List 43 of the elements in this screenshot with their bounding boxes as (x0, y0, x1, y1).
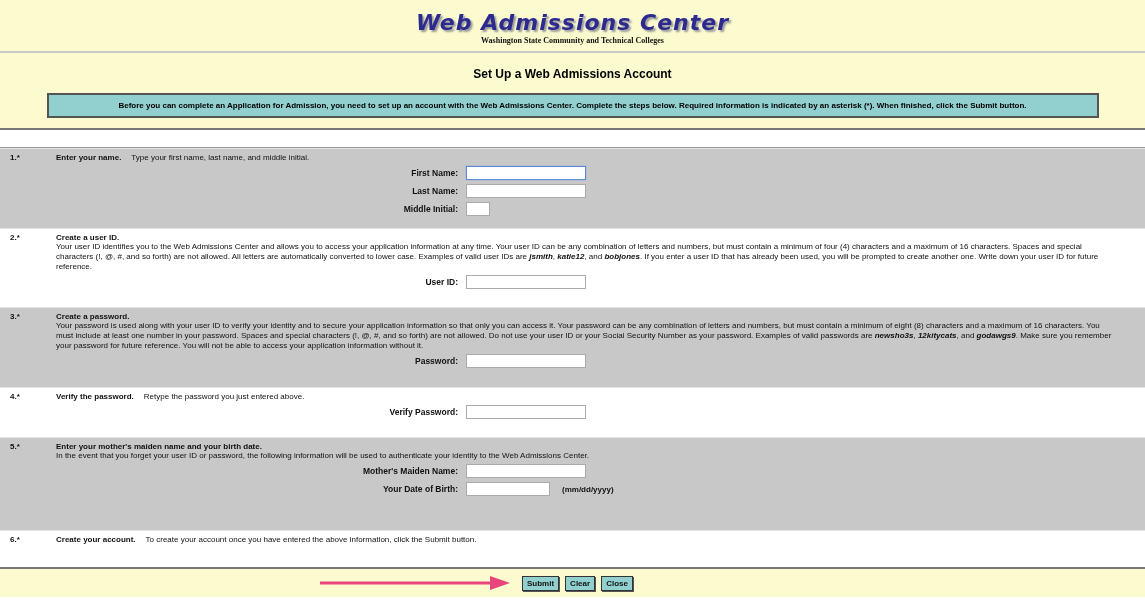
step-description: To create your account once you have entered the above information, click the Submit button. (145, 535, 477, 545)
text-field[interactable] (466, 275, 586, 289)
step-title: Create a user ID. (56, 233, 121, 242)
step-number: 6.* (10, 535, 21, 546)
text-field[interactable] (466, 184, 586, 198)
step-number: 3.* (10, 312, 21, 323)
arrow-icon (320, 576, 510, 590)
field-label: Your Date of Birth: (382, 484, 458, 494)
text-field[interactable] (466, 482, 550, 496)
instructions-notice: Before you can complete an Application for Admission, you need to set up an account with the Web Admissions Center. Complete the steps below. Required information is indicated by an asterisk (*). When finished, click the Submit button. (46, 93, 1099, 118)
close-button[interactable]: Close (601, 575, 633, 591)
field-label: Verify Password: (388, 407, 458, 417)
field-label: First Name: (410, 168, 458, 178)
step-description: Your password is used along with your user ID to verify your identity and to secure your application information so that only you can access it. Your password can be any combination of letters and numbers, but must contain a minimum of eight (8) characters and a maximum of 16 characters. You must include at least one number in your password. Spaces and special characters (!, @, #, and so forth) are not allowed. Do not use your user ID or your Social Security Number as your password. Examples of valid passwords are newsho3s, 12kitycats, and godawgs9. Make sure you remember your password for future reference. You will not be able to access your application information without it. (56, 321, 1113, 351)
page-title: Set Up a Web Admissions Account (473, 67, 672, 81)
text-field[interactable] (466, 464, 586, 478)
step-title: Enter your mother's maiden name and your birth date. (56, 442, 263, 451)
step-title: Verify the password. (56, 392, 134, 402)
submit-button[interactable]: Submit (522, 575, 560, 591)
step-number: 4.* (10, 392, 21, 403)
step-title: Create a password. (56, 312, 131, 321)
field-label: Password: (414, 356, 458, 366)
text-field[interactable] (466, 405, 586, 419)
step-number: 1.* (10, 153, 21, 164)
step-number: 2.* (10, 233, 21, 244)
field-label: Last Name: (411, 186, 458, 196)
site-title: Web Admissions Center (416, 10, 729, 36)
text-field[interactable] (466, 166, 586, 180)
field-label: User ID: (424, 277, 458, 287)
step-description: Your user ID identifies you to the Web Admissions Center and allows you to access your application information at any time. Your user ID can be any combination of letters and numbers, but must contain a minimum of four (4) characters and a maximum of 16 characters. Spaces and special characters (!, @, #, and so forth) are not allowed. All letters are automatically converted to lower case. Examples of valid user IDs are jsmith, katie12, and bobjones. If you enter a user ID that has already been used, you will be prompted to create another one. Write down your user ID for future reference. (56, 242, 1100, 272)
step-title: Create your account. (56, 535, 136, 545)
field-label: Middle Initial: (402, 204, 458, 214)
step-number: 5.* (10, 442, 21, 453)
site-subtitle: Washington State Community and Technical Colleges (481, 36, 664, 45)
step-description: Type your first name, last name, and middle initial. (131, 153, 310, 163)
step-description: Retype the password you just entered above. (143, 392, 305, 402)
text-field[interactable] (466, 354, 586, 368)
step-title: Enter your name. (56, 153, 122, 163)
text-field[interactable] (466, 202, 490, 216)
step-description: In the event that you forget your user ID or password, the following information will be used to authenticate your identity to the Web Admissions Center. (56, 451, 591, 461)
format-hint: (mm/dd/yyyy) (562, 484, 614, 494)
field-label: Mother's Maiden Name: (361, 466, 458, 476)
clear-button[interactable]: Clear (565, 575, 596, 591)
